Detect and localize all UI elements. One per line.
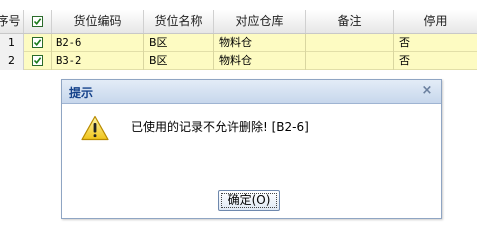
select-all-checkbox[interactable] — [32, 16, 43, 27]
row-index: 2 — [0, 52, 24, 70]
col-header-disabled[interactable]: 停用 — [394, 10, 477, 33]
cell-code[interactable]: B2-6 — [52, 34, 144, 52]
cell-disabled[interactable]: 否 — [394, 34, 477, 52]
table-row[interactable]: 2 B3-2 B区 物料仓 否 — [0, 52, 477, 70]
dialog-title: 提示 — [69, 86, 94, 100]
col-header-index[interactable]: 序号 — [0, 10, 24, 33]
row-index: 1 — [0, 34, 24, 52]
cell-name[interactable]: B区 — [144, 34, 214, 52]
cell-remark[interactable] — [306, 52, 394, 70]
cell-name[interactable]: B区 — [144, 52, 214, 70]
cell-disabled[interactable]: 否 — [394, 52, 477, 70]
col-header-code[interactable]: 货位编码 — [52, 10, 144, 33]
col-header-warehouse[interactable]: 对应仓库 — [214, 10, 306, 33]
row-select-cell[interactable] — [24, 34, 52, 52]
col-header-select[interactable] — [24, 10, 52, 33]
cell-remark[interactable] — [306, 34, 394, 52]
close-icon[interactable]: × — [420, 84, 434, 98]
dialog-message: 已使用的记录不允许删除! [B2-6] — [131, 120, 309, 134]
cell-code[interactable]: B3-2 — [52, 52, 144, 70]
alert-dialog: 提示 × 已使用的记录不允许删除! [B2-6] 确定(O) — [61, 79, 442, 219]
cell-warehouse[interactable]: 物料仓 — [214, 52, 306, 70]
ok-button[interactable]: 确定(O) — [218, 190, 280, 211]
dialog-body: 已使用的记录不允许删除! [B2-6] 确定(O) — [62, 104, 441, 218]
row-checkbox[interactable] — [32, 55, 43, 66]
col-header-remark[interactable]: 备注 — [306, 10, 394, 33]
warning-icon — [81, 115, 109, 141]
table-row[interactable]: 1 B2-6 B区 物料仓 否 — [0, 34, 477, 52]
row-select-cell[interactable] — [24, 52, 52, 70]
col-header-name[interactable]: 货位名称 — [144, 10, 214, 33]
cell-warehouse[interactable]: 物料仓 — [214, 34, 306, 52]
dialog-title-bar[interactable]: 提示 × — [62, 80, 441, 104]
row-checkbox[interactable] — [32, 37, 43, 48]
